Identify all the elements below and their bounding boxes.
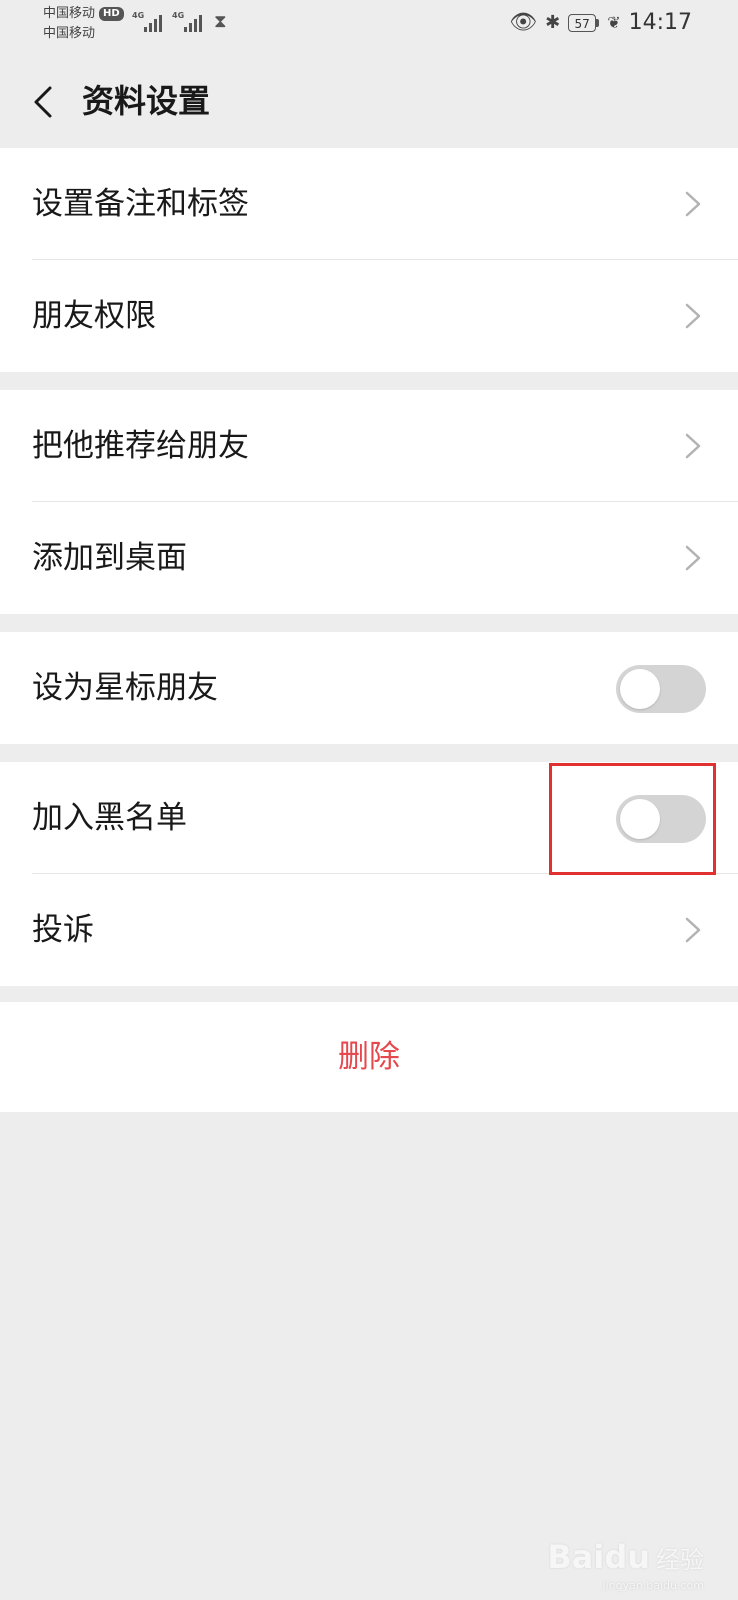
battery-level: 57 xyxy=(568,13,597,32)
carrier-2-label: 中国移动 xyxy=(43,26,96,41)
baidu-watermark: Baidu 经验 xyxy=(547,1538,704,1576)
chevron-right-icon xyxy=(685,917,701,943)
status-right: 👁 ✱ 57 ❦ 14:17 xyxy=(509,10,692,35)
network-2-label: 4G xyxy=(172,11,185,20)
status-bar: 中国移动 HD 中国移动 4G 4G ⧗ 👁 ✱ 57 ❦ 14:17 xyxy=(0,0,738,48)
signal-2-icon: 4G xyxy=(172,11,202,32)
add-to-desktop-item[interactable]: 添加到桌面 xyxy=(0,502,738,614)
highlight-annotation-box xyxy=(549,763,716,875)
back-arrow-icon[interactable] xyxy=(26,82,66,122)
settings-group-1: 设置备注和标签 朋友权限 xyxy=(0,148,738,372)
eye-icon: 👁 xyxy=(509,9,538,35)
leaf-icon: ❦ xyxy=(607,13,621,32)
settings-group-2: 把他推荐给朋友 添加到桌面 xyxy=(0,390,738,614)
delete-label: 删除 xyxy=(338,1039,400,1075)
chevron-right-icon xyxy=(685,545,701,571)
chevron-right-icon xyxy=(685,303,701,329)
blacklist-label: 加入黑名单 xyxy=(32,800,187,836)
chevron-right-icon xyxy=(685,433,701,459)
signal-1-icon: 4G xyxy=(132,11,162,32)
watermark-text: 经验 xyxy=(656,1545,704,1574)
network-1-label: 4G xyxy=(132,11,145,20)
watermark-logo: Baidu xyxy=(547,1538,650,1576)
watermark-url: jingyan.baidu.com xyxy=(602,1579,704,1592)
battery-icon: 57 xyxy=(568,13,600,32)
star-friend-item: 设为星标朋友 xyxy=(0,632,738,744)
complain-label: 投诉 xyxy=(32,912,94,948)
carrier-info: 中国移动 HD 中国移动 xyxy=(43,4,124,44)
friend-permissions-item[interactable]: 朋友权限 xyxy=(0,260,738,372)
settings-group-3: 设为星标朋友 xyxy=(0,632,738,744)
hd-badge: HD xyxy=(99,7,124,21)
chevron-right-icon xyxy=(685,191,701,217)
recommend-to-friend-label: 把他推荐给朋友 xyxy=(32,428,249,464)
hourglass-icon: ⧗ xyxy=(214,11,227,32)
complain-item[interactable]: 投诉 xyxy=(0,874,738,986)
page-title: 资料设置 xyxy=(82,82,211,120)
delete-button[interactable]: 删除 xyxy=(0,1002,738,1112)
clock: 14:17 xyxy=(628,10,692,35)
add-to-desktop-label: 添加到桌面 xyxy=(32,540,187,576)
recommend-to-friend-item[interactable]: 把他推荐给朋友 xyxy=(0,390,738,502)
star-friend-label: 设为星标朋友 xyxy=(32,670,218,706)
friend-permissions-label: 朋友权限 xyxy=(32,298,156,334)
bluetooth-icon: ✱ xyxy=(545,11,561,33)
set-remark-and-tags-item[interactable]: 设置备注和标签 xyxy=(0,148,738,260)
carrier-1-label: 中国移动 xyxy=(43,6,96,21)
signal-indicators: 4G 4G ⧗ xyxy=(132,11,227,32)
star-friend-toggle[interactable] xyxy=(616,665,706,713)
set-remark-and-tags-label: 设置备注和标签 xyxy=(32,186,249,222)
nav-bar: 资料设置 xyxy=(0,54,738,148)
